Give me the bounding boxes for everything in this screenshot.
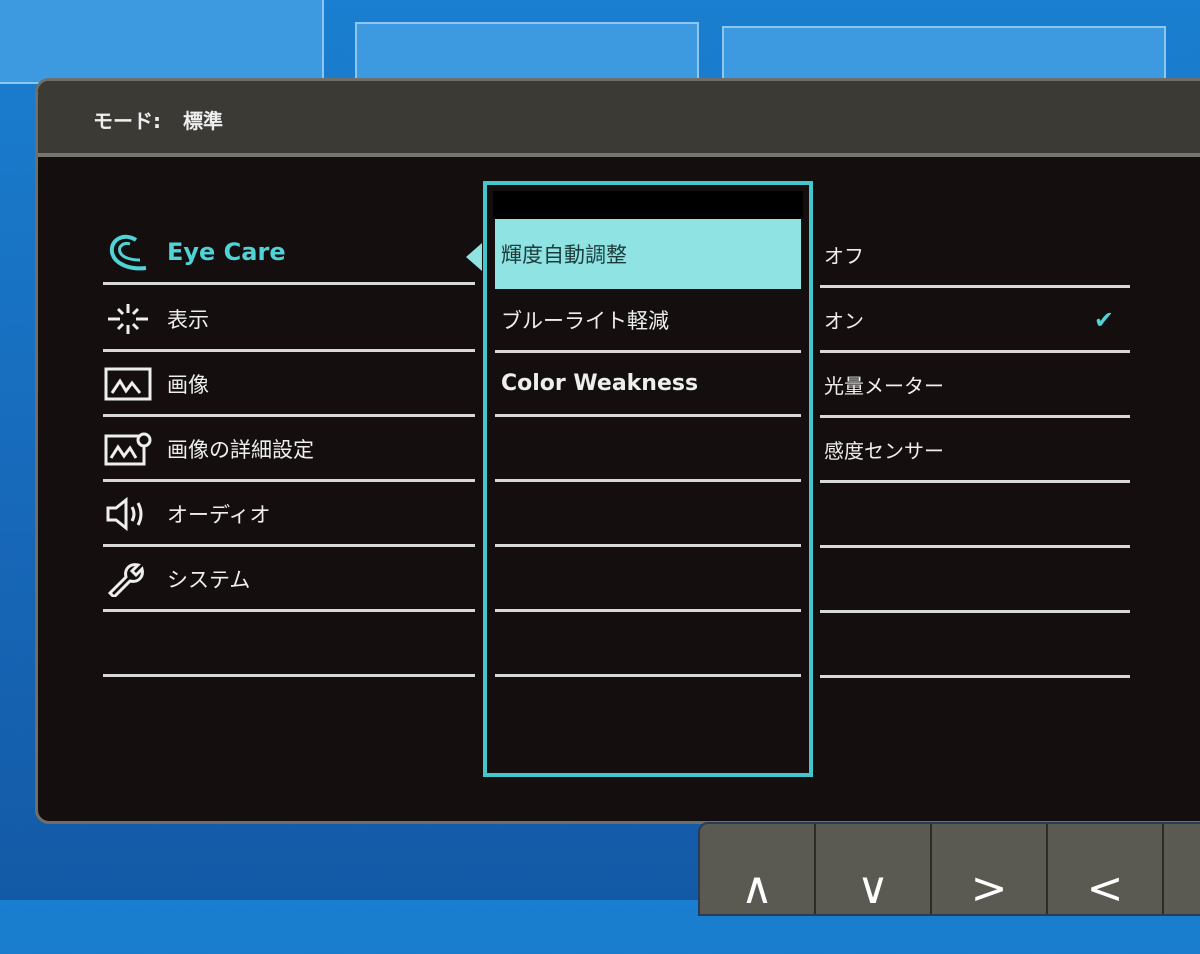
submenu-item-empty xyxy=(495,548,801,612)
submenu-top-bar xyxy=(493,191,803,219)
menu-item-picture-advanced[interactable]: 画像の詳細設定 xyxy=(103,418,475,482)
mode-value: 標準 xyxy=(183,109,223,133)
option-empty xyxy=(820,614,1130,678)
eye-care-icon xyxy=(103,234,153,270)
option-sensitivity-sensor[interactable]: 感度センサー xyxy=(820,419,1130,483)
picture-advanced-icon xyxy=(103,432,153,466)
osd-header: モード: 標準 xyxy=(38,81,1200,157)
right-button[interactable]: > xyxy=(932,824,1048,914)
option-empty xyxy=(820,549,1130,613)
selection-pointer xyxy=(466,243,482,271)
option-label: オフ xyxy=(824,244,864,268)
menu-item-picture[interactable]: 画像 xyxy=(103,353,475,417)
option-off[interactable]: オフ xyxy=(820,224,1130,288)
left-button[interactable]: < xyxy=(1048,824,1164,914)
display-icon xyxy=(103,302,153,336)
submenu-item-empty xyxy=(495,418,801,482)
menu-item-label: Eye Care xyxy=(167,237,286,266)
check-icon: ✔ xyxy=(1093,305,1114,334)
menu-item-audio[interactable]: オーディオ xyxy=(103,483,475,547)
submenu-item-empty xyxy=(495,483,801,547)
menu-item-eye-care[interactable]: Eye Care xyxy=(103,221,475,285)
menu-item-label: 画像 xyxy=(167,372,209,397)
osd-menu: モード: 標準 Eye Care 表示 画像 画像の詳細設定 オーディオ システ… xyxy=(35,78,1200,824)
wrench-icon xyxy=(103,562,153,597)
submenu-item-empty xyxy=(495,613,801,677)
submenu-item-auto-brightness[interactable]: 輝度自動調整 xyxy=(495,219,801,289)
submenu-item-color-weakness[interactable]: Color Weakness xyxy=(495,353,801,417)
menu-item-label: オーディオ xyxy=(167,502,271,527)
picture-icon xyxy=(103,367,153,401)
osd-button-bar: ∧ ∨ > < xyxy=(698,822,1200,916)
menu-item-system[interactable]: システム xyxy=(103,548,475,612)
desktop-tile xyxy=(0,0,324,84)
up-button[interactable]: ∧ xyxy=(700,824,816,914)
mode-label: モード: xyxy=(93,109,161,133)
option-empty xyxy=(820,484,1130,548)
menu-item-label: システム xyxy=(167,567,251,592)
option-on[interactable]: オン ✔ xyxy=(820,289,1130,353)
submenu-column: 輝度自動調整 ブルーライト軽減 Color Weakness xyxy=(483,181,813,777)
speaker-icon xyxy=(103,496,153,531)
menu-item-label: 表示 xyxy=(167,307,209,332)
submenu-item-low-blue-light[interactable]: ブルーライト軽減 xyxy=(495,289,801,353)
option-label: 光量メーター xyxy=(824,374,944,398)
down-button[interactable]: ∨ xyxy=(816,824,932,914)
option-label: 感度センサー xyxy=(824,439,944,463)
option-label: オン xyxy=(824,309,864,333)
menu-item-display[interactable]: 表示 xyxy=(103,288,475,352)
option-light-meter[interactable]: 光量メーター xyxy=(820,354,1130,418)
menu-item-empty xyxy=(103,613,475,677)
menu-item-label: 画像の詳細設定 xyxy=(167,437,314,462)
